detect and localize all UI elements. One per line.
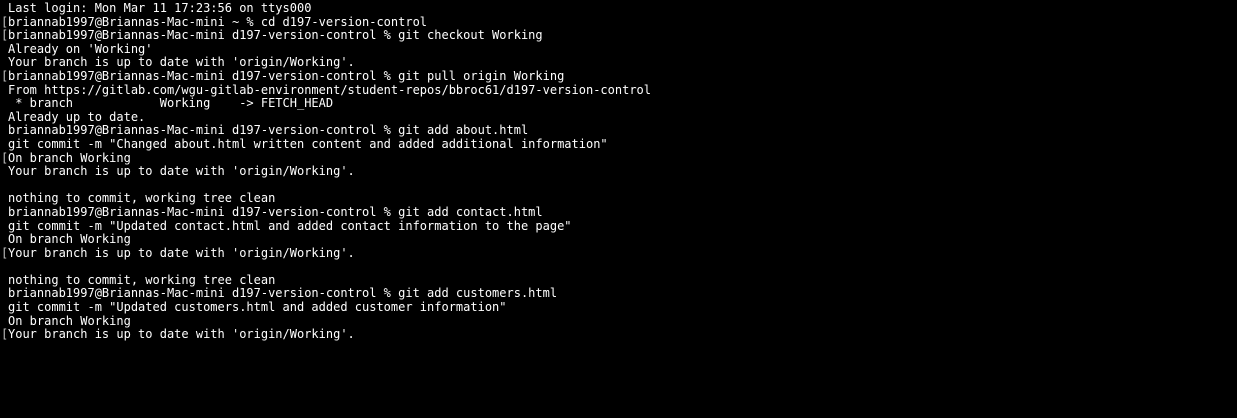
terminal-line: git commit -m "Updated contact.html and …	[8, 218, 572, 233]
terminal-line: Your branch is up to date with 'origin/W…	[8, 55, 355, 70]
terminal-line: briannab1997@Briannas-Mac-mini d197-vers…	[8, 123, 529, 138]
terminal-line: Your branch is up to date with 'origin/W…	[1, 246, 1237, 261]
terminal-line: git commit -m "Changed about.html writte…	[8, 136, 608, 151]
terminal-line: On branch Working	[1, 151, 1237, 166]
terminal-line: Already up to date.	[8, 109, 146, 124]
terminal-line: nothing to commit, working tree clean	[8, 191, 276, 206]
terminal-line: briannab1997@Briannas-Mac-mini d197-vers…	[8, 204, 543, 219]
terminal-line: briannab1997@Briannas-Mac-mini d197-vers…	[8, 286, 558, 301]
terminal-line: nothing to commit, working tree clean	[8, 272, 276, 287]
terminal-line: Your branch is up to date with 'origin/W…	[1, 328, 1237, 342]
terminal-line: Last login: Mon Mar 11 17:23:56 on ttys0…	[8, 1, 312, 15]
terminal-line: On branch Working	[8, 313, 131, 328]
terminal-line: * branch Working -> FETCH_HEAD	[8, 96, 334, 111]
terminal-line: briannab1997@Briannas-Mac-mini d197-vers…	[1, 29, 1237, 43]
terminal-line: From https://gitlab.com/wgu-gitlab-envir…	[8, 82, 651, 97]
window-margin	[1237, 0, 1249, 418]
terminal-line: On branch Working	[8, 232, 131, 247]
terminal-line: Your branch is up to date with 'origin/W…	[8, 164, 355, 179]
terminal-line: Already on 'Working'	[8, 41, 153, 56]
terminal-line: briannab1997@Briannas-Mac-mini d197-vers…	[1, 69, 1237, 84]
terminal-line: git commit -m "Updated customers.html an…	[8, 300, 507, 315]
terminal-window[interactable]: Last login: Mon Mar 11 17:23:56 on ttys0…	[0, 0, 1237, 418]
terminal-line: briannab1997@Briannas-Mac-mini ~ % cd d1…	[1, 15, 1237, 30]
